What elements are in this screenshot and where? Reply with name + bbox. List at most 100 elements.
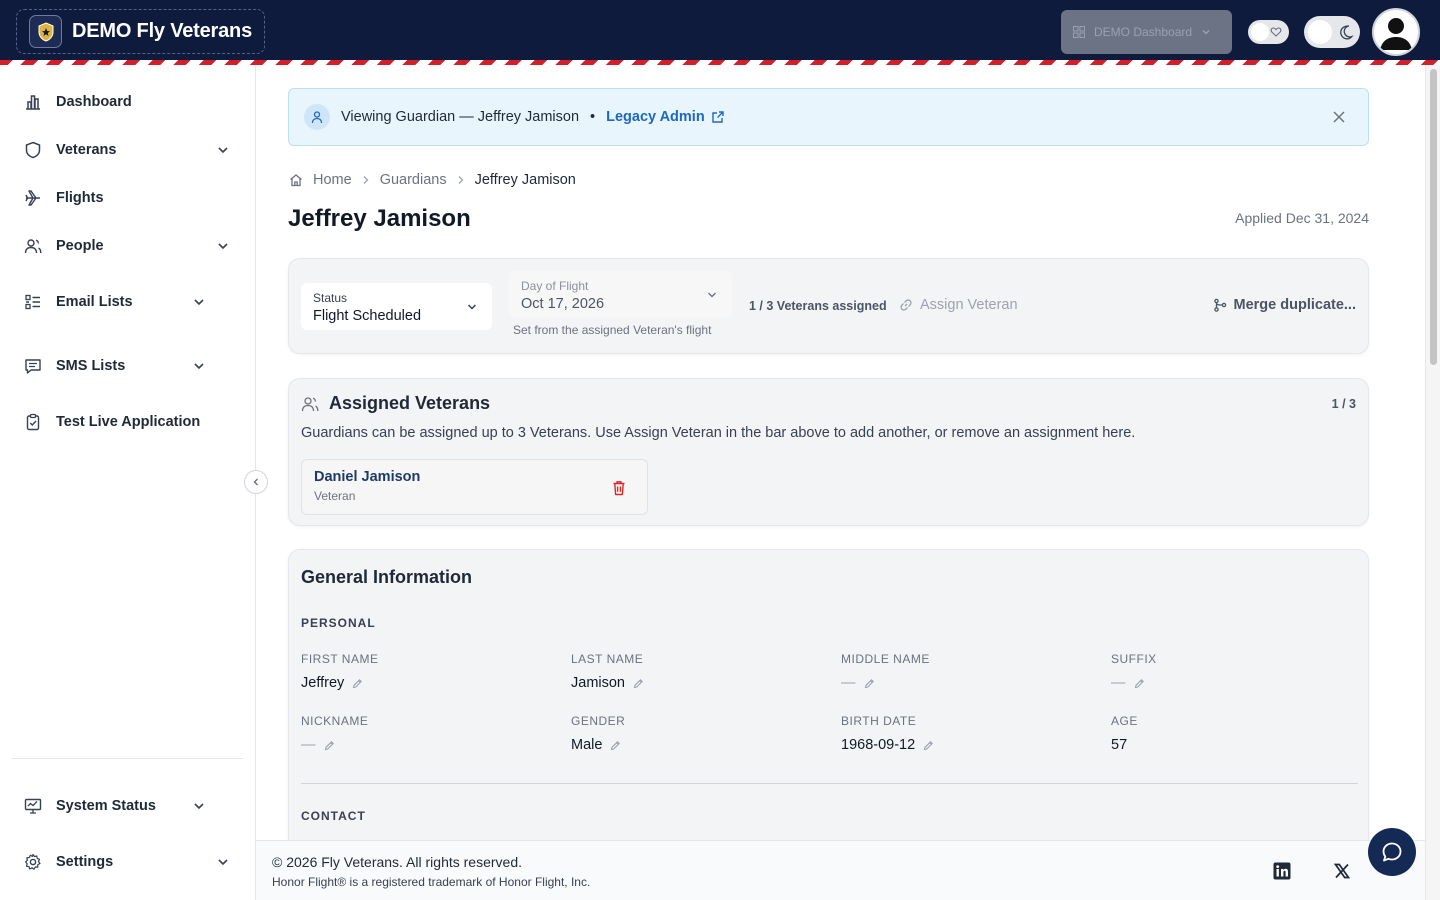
veteran-role: Veteran	[314, 489, 356, 503]
gear-icon	[24, 853, 42, 871]
plane-icon	[24, 189, 42, 207]
chevron-right-icon	[363, 176, 369, 184]
status-label: Status	[313, 291, 348, 305]
brand-name: DEMO Fly Veterans	[72, 20, 252, 42]
assign-veteran-button[interactable]: Assign Veteran	[899, 297, 1018, 313]
sidebar-item-label: Email Lists	[56, 294, 133, 310]
viewing-banner: Viewing Guardian — Jeffrey Jamison • Leg…	[288, 88, 1369, 146]
shield-logo-icon	[29, 15, 62, 48]
personal-section-label: PERSONAL	[301, 616, 376, 630]
assigned-description: Guardians can be assigned up to 3 Vetera…	[301, 425, 1136, 441]
assigned-veterans-title: Assigned Veterans	[301, 393, 490, 414]
users-icon	[24, 237, 42, 255]
chevron-down-icon[interactable]	[192, 799, 206, 813]
chevron-down-icon[interactable]	[192, 359, 206, 373]
pencil-icon[interactable]	[864, 678, 875, 689]
users-icon	[301, 396, 319, 411]
pencil-icon[interactable]	[1134, 678, 1145, 689]
sidebar-item-veterans[interactable]: Veterans	[24, 138, 116, 162]
pencil-icon[interactable]	[324, 740, 335, 751]
field-value: 57	[1111, 737, 1361, 753]
list-item: Daniel Jamison Veteran	[301, 459, 648, 515]
field-value: Jamison	[571, 675, 821, 691]
user-avatar[interactable]	[1372, 8, 1420, 56]
dashboard-select[interactable]: DEMO Dashboard	[1061, 10, 1232, 54]
linkedin-icon[interactable]	[1273, 862, 1291, 880]
legacy-admin-label: Legacy Admin	[606, 109, 705, 125]
chevron-down-icon[interactable]	[192, 295, 206, 309]
top-bar: DEMO Fly Veterans DEMO Dashboard	[0, 0, 1440, 60]
git-merge-icon	[1213, 298, 1226, 312]
section-divider	[301, 783, 1358, 784]
merge-duplicate-button[interactable]: Merge duplicate...	[1213, 297, 1356, 313]
status-select[interactable]: Status Flight Scheduled	[301, 283, 492, 330]
sidebar-item-sms-lists[interactable]: SMS Lists	[24, 354, 125, 378]
chevron-down-icon	[1202, 30, 1210, 35]
footer-copyright: © 2026 Fly Veterans. All rights reserved…	[272, 854, 522, 870]
dark-mode-toggle[interactable]	[1304, 16, 1360, 48]
sidebar-item-label: SMS Lists	[56, 358, 126, 374]
pencil-icon[interactable]	[352, 678, 363, 689]
list-icon	[24, 293, 42, 311]
field-value: —	[1111, 675, 1361, 691]
chevron-down-icon[interactable]	[216, 239, 230, 253]
legacy-admin-link[interactable]: Legacy Admin	[606, 109, 725, 125]
chat-bubble-icon	[1382, 842, 1402, 862]
middle-name-value: —	[841, 675, 856, 691]
field-value: 1968-09-12	[841, 737, 1091, 753]
chevron-down-icon	[708, 292, 716, 298]
sidebar-item-settings[interactable]: Settings	[24, 850, 113, 874]
middle-name-field: MIDDLE NAME —	[841, 652, 1091, 691]
merge-duplicate-label: Merge duplicate...	[1233, 297, 1356, 313]
age-field: AGE 57	[1111, 714, 1361, 753]
home-icon	[290, 174, 302, 187]
shield-icon	[24, 141, 42, 159]
field-label: NICKNAME	[301, 714, 369, 728]
sidebar-collapse-button[interactable]	[244, 470, 268, 494]
sidebar-item-dashboard[interactable]: Dashboard	[24, 90, 132, 114]
footer-trademark: Honor Flight® is a registered trademark …	[272, 875, 591, 889]
toggle-knob	[1308, 20, 1332, 44]
brand[interactable]: DEMO Fly Veterans	[16, 9, 265, 54]
chevron-down-icon[interactable]	[216, 143, 230, 157]
day-of-flight-hint: Set from the assigned Veteran's flight	[513, 323, 712, 337]
suffix-field: SUFFIX —	[1111, 652, 1361, 691]
sidebar-item-system-status[interactable]: System Status	[24, 794, 156, 818]
birth-date-value: 1968-09-12	[841, 737, 916, 753]
scrollbar-thumb[interactable]	[1430, 69, 1437, 365]
sidebar-item-test-live-application[interactable]: Test Live Application	[24, 410, 200, 434]
sidebar-item-flights[interactable]: Flights	[24, 186, 104, 210]
breadcrumb-guardians[interactable]: Guardians	[380, 172, 447, 188]
field-label: MIDDLE NAME	[841, 652, 930, 666]
motion-toggle[interactable]	[1248, 20, 1289, 44]
scrollbar[interactable]	[1425, 65, 1440, 900]
page-title: Jeffrey Jamison	[288, 205, 471, 232]
first-name-value: Jeffrey	[301, 675, 345, 691]
sidebar-item-people[interactable]: People	[24, 234, 104, 258]
veteran-name-link[interactable]: Daniel Jamison	[314, 469, 635, 485]
trash-icon[interactable]	[612, 480, 626, 496]
sidebar-item-label: Veterans	[56, 142, 117, 158]
sidebar-item-email-lists[interactable]: Email Lists	[24, 290, 133, 314]
x-twitter-icon[interactable]	[1333, 862, 1351, 880]
chat-button[interactable]	[1368, 828, 1416, 876]
birth-date-field: BIRTH DATE 1968-09-12	[841, 714, 1091, 753]
applied-date: Applied Dec 31, 2024	[1235, 210, 1369, 226]
sidebar-item-label: People	[56, 238, 104, 254]
sidebar-item-label: Dashboard	[56, 94, 132, 110]
first-name-field: FIRST NAME Jeffrey	[301, 652, 551, 691]
suffix-value: —	[1111, 675, 1126, 691]
close-icon[interactable]	[1332, 110, 1346, 124]
field-value: Jeffrey	[301, 675, 551, 691]
chevron-down-icon[interactable]	[216, 855, 230, 869]
gender-value: Male	[571, 737, 603, 753]
breadcrumb-home[interactable]: Home	[313, 172, 352, 188]
last-name-field: LAST NAME Jamison	[571, 652, 821, 691]
field-value: —	[841, 675, 1091, 691]
field-label: SUFFIX	[1111, 652, 1157, 666]
sidebar-item-label: Flights	[56, 190, 104, 206]
pencil-icon[interactable]	[610, 740, 621, 751]
toggle-knob	[1251, 23, 1269, 41]
pencil-icon[interactable]	[633, 678, 644, 689]
pencil-icon[interactable]	[923, 740, 934, 751]
